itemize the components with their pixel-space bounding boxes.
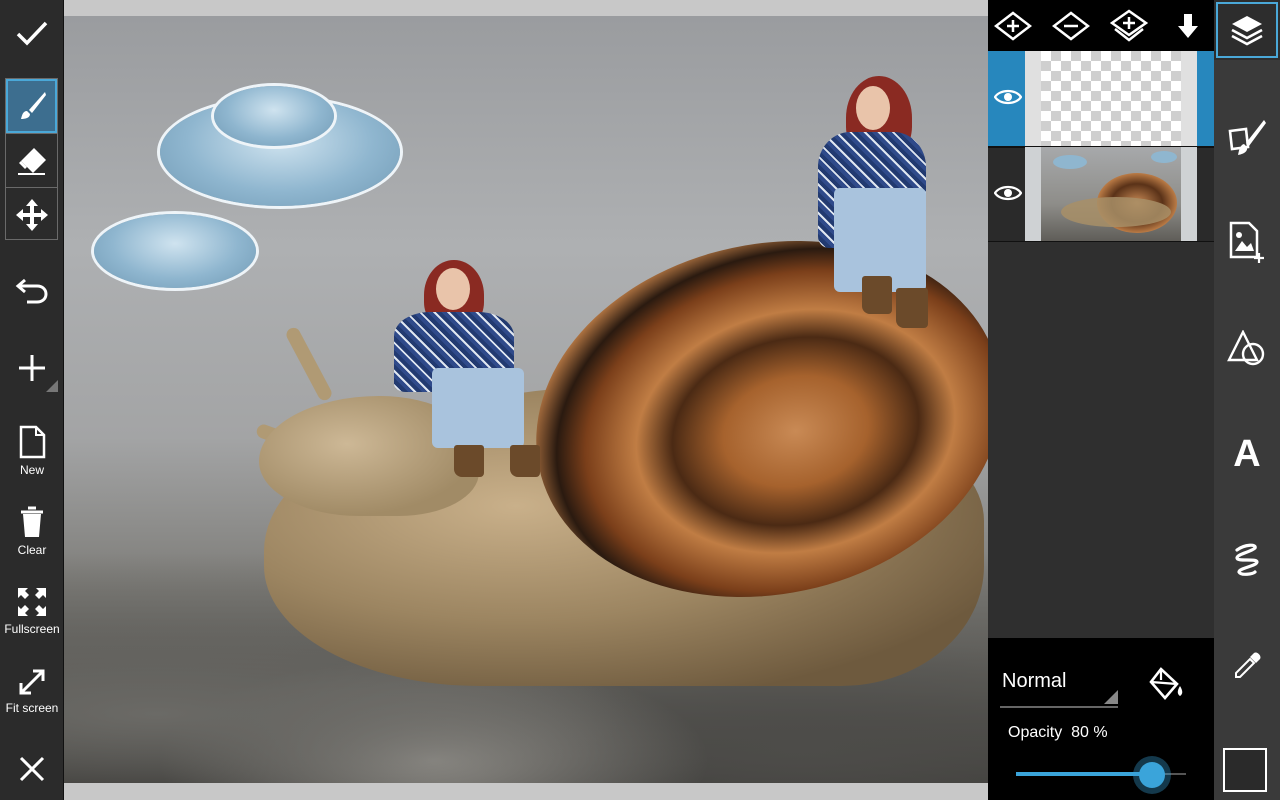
layers-panel: Normal Opacity 80 % — [988, 0, 1214, 800]
dropdown-indicator — [1104, 690, 1118, 704]
person-face — [436, 268, 470, 310]
trash-icon — [21, 506, 43, 537]
person-boot — [454, 445, 484, 477]
shapes-icon — [1227, 330, 1265, 366]
layer-thumbnail — [1025, 147, 1197, 242]
person-boot — [896, 288, 928, 328]
add-image-icon — [1229, 221, 1264, 263]
canvas-image[interactable] — [64, 16, 988, 783]
new-label: New — [19, 463, 44, 477]
confirm-button[interactable] — [0, 8, 64, 58]
text-icon: A — [1233, 432, 1261, 475]
new-document-icon — [19, 425, 46, 459]
layer-visibility-toggle[interactable] — [992, 81, 1024, 113]
fullscreen-button[interactable]: Fullscreen — [0, 580, 64, 642]
right-toolbar: A — [1214, 0, 1280, 800]
layer-item-2[interactable] — [988, 147, 1214, 242]
layer-properties: Normal Opacity 80 % — [988, 638, 1214, 800]
undo-icon — [15, 278, 48, 304]
photo-editor-app: New Clear Fullscreen Fit screen Normal O… — [0, 0, 1280, 800]
layers-toolbar — [988, 0, 1214, 51]
merge-layer-icon — [1110, 9, 1148, 42]
eraser-icon — [17, 148, 46, 175]
clear-label: Clear — [17, 543, 47, 557]
check-icon — [16, 21, 48, 46]
slider-fill — [1016, 772, 1152, 776]
layer-visibility-toggle[interactable] — [992, 177, 1024, 209]
undo-button[interactable] — [0, 264, 64, 316]
fullscreen-icon — [18, 588, 46, 616]
brush-tools-icon — [1228, 120, 1266, 155]
add-layer-icon — [994, 11, 1032, 41]
left-toolbar: New Clear Fullscreen Fit screen — [0, 0, 64, 800]
layers-icon — [1231, 16, 1263, 46]
opacity-value: 80 % — [1071, 724, 1108, 741]
clear-button[interactable]: Clear — [0, 500, 64, 562]
close-button[interactable] — [0, 744, 64, 794]
opacity-label: Opacity — [1008, 724, 1063, 741]
photo-layer-preview — [1041, 147, 1181, 242]
slider-handle[interactable] — [1139, 762, 1165, 788]
brush-tools-button[interactable] — [1214, 108, 1280, 168]
brush-icon — [20, 92, 46, 119]
person-jeans — [432, 368, 524, 448]
eye-icon — [994, 89, 1022, 105]
person-boot — [862, 276, 892, 314]
add-button[interactable] — [0, 340, 64, 396]
eyedropper-button[interactable] — [1214, 636, 1280, 696]
layers-list-empty-area — [988, 242, 1214, 638]
blend-mode-select[interactable]: Normal — [1000, 662, 1118, 708]
cloud — [214, 86, 334, 146]
fullscreen-label: Fullscreen — [4, 622, 60, 636]
remove-layer-icon — [1052, 11, 1090, 41]
layers-button[interactable] — [1214, 0, 1280, 60]
eraser-tool-button[interactable] — [6, 134, 57, 188]
move-layer-down-button[interactable] — [1168, 6, 1208, 46]
move-down-icon — [1178, 14, 1198, 38]
fit-screen-icon — [19, 669, 45, 695]
more-options-indicator — [46, 380, 58, 392]
opacity-readout: Opacity 80 % — [1008, 724, 1108, 742]
person-boot — [510, 445, 540, 477]
blend-mode-value: Normal — [1002, 670, 1067, 692]
add-layer-button[interactable] — [993, 6, 1033, 46]
text-tool-button[interactable]: A — [1214, 424, 1280, 484]
fit-screen-label: Fit screen — [5, 701, 59, 715]
move-tool-button[interactable] — [6, 188, 57, 242]
person-on-shell — [816, 76, 986, 338]
effects-button[interactable] — [1214, 530, 1280, 590]
preview-cloud — [1151, 151, 1177, 163]
cloud — [94, 214, 256, 288]
transparent-layer-preview — [1041, 51, 1181, 146]
merge-layer-button[interactable] — [1109, 6, 1149, 46]
fit-screen-button[interactable]: Fit screen — [0, 660, 64, 722]
move-icon — [15, 199, 48, 231]
preview-cloud — [1053, 155, 1087, 169]
person-on-snail-head — [324, 260, 544, 490]
add-image-button[interactable] — [1214, 212, 1280, 272]
canvas-area[interactable] — [64, 0, 988, 800]
paint-bucket-icon — [1149, 667, 1183, 700]
opacity-slider[interactable] — [1016, 762, 1186, 788]
close-icon — [19, 756, 45, 782]
preview-snail-body — [1061, 197, 1171, 227]
shapes-button[interactable] — [1214, 318, 1280, 378]
person-face — [856, 86, 890, 130]
layer-thumbnail — [1025, 51, 1197, 146]
current-color-swatch[interactable] — [1223, 748, 1267, 792]
plus-icon — [19, 355, 45, 381]
fill-button[interactable] — [1144, 662, 1188, 706]
effects-icon — [1235, 543, 1259, 576]
tool-group — [5, 78, 58, 240]
remove-layer-button[interactable] — [1051, 6, 1091, 46]
layer-item-1[interactable] — [988, 51, 1214, 146]
eye-icon — [994, 185, 1022, 201]
new-button[interactable]: New — [0, 420, 64, 482]
brush-tool-button[interactable] — [6, 79, 57, 133]
eyedropper-icon — [1235, 652, 1261, 678]
